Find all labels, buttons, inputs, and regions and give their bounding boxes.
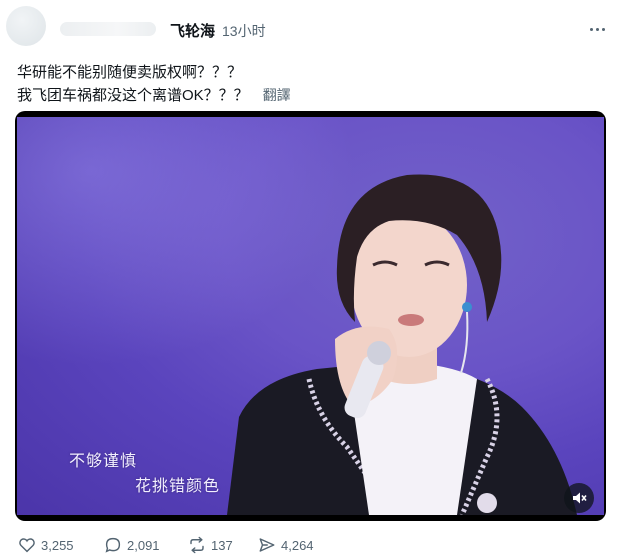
post-header: 飞轮海 13小时 xyxy=(0,6,620,46)
post: 飞轮海 13小时 华研能不能别随便卖版权啊？？？ 我飞团车祸都没这个离谱OK？？… xyxy=(0,0,620,560)
reply-button[interactable]: 2,091 xyxy=(104,532,160,558)
video-caption-line2: 花挑错颜色 xyxy=(135,476,221,495)
share-count: 4,264 xyxy=(281,537,314,553)
blurred-username xyxy=(60,22,156,36)
author-name[interactable]: 飞轮海 xyxy=(170,20,215,41)
repost-button[interactable]: 137 xyxy=(188,532,233,558)
video-frame[interactable]: 不够谨慎 花挑错颜色 xyxy=(17,117,604,515)
post-text-line2-row: 我飞团车祸都没这个离谱OK？？？ 翻譯 xyxy=(17,84,607,107)
post-text-line2: 我飞团车祸都没这个离谱OK？？？ xyxy=(17,87,249,104)
send-icon xyxy=(259,538,275,552)
like-count: 3,255 xyxy=(41,537,74,553)
share-button[interactable]: 4,264 xyxy=(258,532,314,558)
video-player[interactable]: 不够谨慎 花挑错颜色 xyxy=(15,111,606,521)
repost-count: 137 xyxy=(211,537,233,553)
like-button[interactable]: 3,255 xyxy=(18,532,74,558)
more-icon[interactable] xyxy=(584,16,610,42)
post-time[interactable]: 13小时 xyxy=(222,21,266,41)
post-text: 华研能不能别随便卖版权啊？？？ 我飞团车祸都没这个离谱OK？？？ 翻譯 xyxy=(17,62,607,107)
heart-icon xyxy=(19,538,35,553)
comment-icon xyxy=(105,537,121,553)
speaker-muted-icon[interactable] xyxy=(564,483,594,513)
post-text-line1: 华研能不能别随便卖版权啊？？？ xyxy=(17,64,243,81)
post-actions: 3,255 2,091 137 4,264 xyxy=(0,532,620,558)
avatar[interactable] xyxy=(6,6,46,46)
repost-icon xyxy=(190,536,204,554)
video-caption-line1: 不够谨慎 xyxy=(69,451,138,470)
reply-count: 2,091 xyxy=(127,537,160,553)
translate-link[interactable]: 翻譯 xyxy=(263,87,291,103)
